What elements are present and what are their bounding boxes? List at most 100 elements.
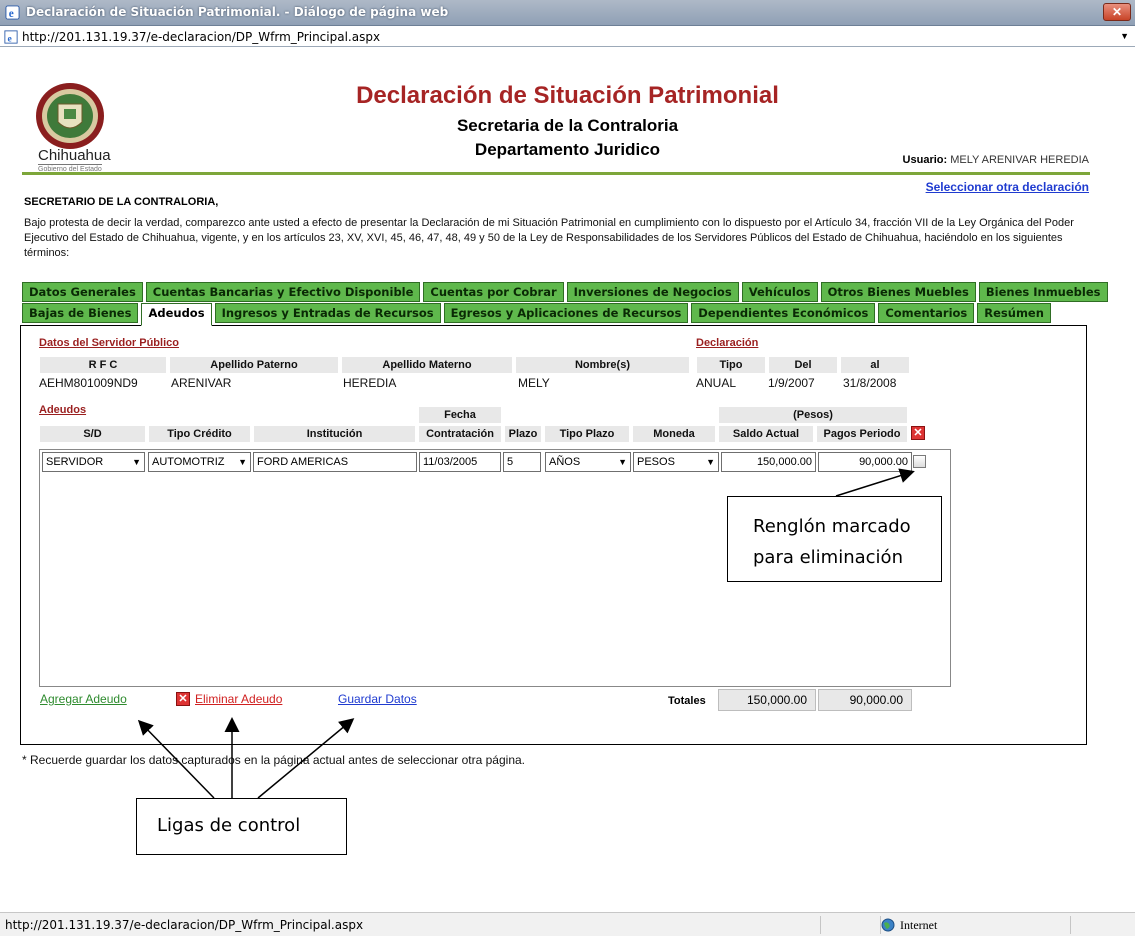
plazo-input[interactable]: 5	[503, 452, 541, 472]
value-rfc: AEHM801009ND9	[39, 376, 138, 390]
sd-select[interactable]: SERVIDOR ▼	[42, 452, 145, 472]
tab-bajas-de-bienes[interactable]: Bajas de Bienes	[22, 303, 139, 323]
section-declaracion[interactable]: Declaración	[696, 337, 758, 349]
ie-icon: e	[5, 5, 20, 20]
callout-control-links: Ligas de control	[136, 798, 347, 855]
header-divider	[22, 172, 1090, 175]
header-apellido-paterno: Apellido Paterno	[169, 356, 339, 374]
address-url[interactable]: http://201.131.19.37/e-declaracion/DP_Wf…	[22, 30, 380, 44]
header-saldo-actual: Saldo Actual	[718, 425, 814, 443]
select-other-declaration-link[interactable]: Seleccionar otra declaración	[926, 180, 1089, 194]
globe-icon	[881, 918, 895, 932]
intro-text: Bajo protesta de decir la verdad, compar…	[24, 217, 1074, 259]
chevron-down-icon: ▼	[238, 457, 247, 467]
window-title: Declaración de Situación Patrimonial. - …	[26, 5, 449, 19]
tipo-credito-select[interactable]: AUTOMOTRIZ ▼	[148, 452, 251, 472]
callout-row-marked: Renglón marcado para eliminación	[727, 496, 942, 582]
sd-select-value: SERVIDOR	[46, 456, 104, 468]
window-titlebar: e Declaración de Situación Patrimonial. …	[0, 0, 1135, 26]
tab-comentarios[interactable]: Comentarios	[878, 303, 975, 323]
header-group-pesos: (Pesos)	[718, 406, 908, 424]
page-subtitle-1: Secretaria de la Contraloria	[456, 116, 679, 135]
tab-egresos[interactable]: Egresos y Aplicaciones de Recursos	[443, 303, 689, 323]
chevron-down-icon: ▼	[618, 457, 627, 467]
header-del: Del	[768, 356, 838, 374]
guardar-datos-link[interactable]: Guardar Datos	[338, 692, 417, 706]
svg-text:e: e	[8, 33, 13, 44]
callout-row-marked-line2: para eliminación	[753, 547, 903, 568]
tab-otros-bienes-muebles[interactable]: Otros Bienes Muebles	[820, 282, 976, 302]
header-pagos-periodo: Pagos Periodo	[816, 425, 908, 443]
tab-ingresos[interactable]: Ingresos y Entradas de Recursos	[214, 303, 441, 323]
delete-icon[interactable]: ✕	[176, 692, 190, 706]
section-adeudos[interactable]: Adeudos	[39, 404, 86, 416]
totales-label: Totales	[668, 695, 706, 707]
chevron-down-icon: ▼	[706, 457, 715, 467]
value-tipo: ANUAL	[696, 376, 737, 390]
eliminar-adeudo-link[interactable]: Eliminar Adeudo	[195, 692, 282, 706]
status-separator	[1070, 916, 1071, 934]
value-del: 1/9/2007	[768, 376, 815, 390]
close-button[interactable]: ✕	[1103, 3, 1131, 21]
addressee: SECRETARIO DE LA CONTRALORIA,	[24, 196, 219, 208]
header-moneda: Moneda	[632, 425, 716, 443]
header-contratacion: Contratación	[418, 425, 502, 443]
contratacion-input[interactable]: 11/03/2005	[419, 452, 501, 472]
header-tipo-plazo: Tipo Plazo	[544, 425, 630, 443]
tipo-plazo-value: AÑOS	[549, 456, 581, 468]
tab-adeudos[interactable]: Adeudos	[141, 303, 212, 326]
total-pagos-periodo: 90,000.00	[818, 689, 912, 711]
status-separator	[820, 916, 821, 934]
agregar-adeudo-link[interactable]: Agregar Adeudo	[40, 692, 127, 706]
tab-row-2: Bajas de Bienes Adeudos Ingresos y Entra…	[22, 303, 1054, 326]
tab-vehiculos[interactable]: Vehículos	[741, 282, 818, 302]
value-al: 31/8/2008	[843, 376, 897, 390]
tab-dependientes[interactable]: Dependientes Económicos	[691, 303, 876, 323]
delete-all-icon[interactable]: ✕	[911, 426, 925, 440]
chevron-down-icon[interactable]: ▼	[1120, 31, 1129, 41]
svg-text:e: e	[9, 8, 14, 20]
callout-row-marked-line1: Renglón marcado	[753, 516, 911, 537]
ie-page-icon: e	[4, 30, 18, 44]
moneda-select[interactable]: PESOS ▼	[633, 452, 719, 472]
moneda-value: PESOS	[637, 456, 675, 468]
address-bar: e http://201.131.19.37/e-declaracion/DP_…	[0, 27, 1135, 47]
tipo-credito-value: AUTOMOTRIZ	[152, 456, 225, 468]
header-nombres: Nombre(s)	[515, 356, 690, 374]
value-nombres: MELY	[518, 376, 550, 390]
user-name: MELY ARENIVAR HEREDIA	[950, 154, 1089, 166]
status-url: http://201.131.19.37/e-declaracion/DP_Wf…	[5, 918, 364, 932]
value-apellido-paterno: ARENIVAR	[171, 376, 232, 390]
tab-bienes-inmuebles[interactable]: Bienes Inmuebles	[978, 282, 1108, 302]
tab-cuentas-bancarias[interactable]: Cuentas Bancarias y Efectivo Disponible	[145, 282, 421, 302]
header-al: al	[840, 356, 910, 374]
header-rfc: R F C	[39, 356, 167, 374]
page-title: Declaración de Situación Patrimonial	[356, 82, 779, 109]
header-sd: S/D	[39, 425, 146, 443]
header-group-fecha: Fecha	[418, 406, 502, 424]
user-info: Usuario: MELY ARENIVAR HEREDIA	[903, 154, 1089, 166]
header-tipo: Tipo	[696, 356, 766, 374]
institucion-input[interactable]: FORD AMERICAS	[253, 452, 417, 472]
section-servidor-publico[interactable]: Datos del Servidor Público	[39, 337, 179, 349]
status-bar: http://201.131.19.37/e-declaracion/DP_Wf…	[0, 912, 1135, 936]
header-plazo: Plazo	[504, 425, 542, 443]
tab-cuentas-por-cobrar[interactable]: Cuentas por Cobrar	[423, 282, 564, 302]
header-apellido-materno: Apellido Materno	[341, 356, 513, 374]
header-institucion: Institución	[253, 425, 416, 443]
security-zone: Internet	[900, 918, 938, 932]
tab-row-1: Datos Generales Cuentas Bancarias y Efec…	[22, 282, 1111, 302]
tab-resumen[interactable]: Resúmen	[977, 303, 1051, 323]
tab-inversiones[interactable]: Inversiones de Negocios	[566, 282, 739, 302]
tipo-plazo-select[interactable]: AÑOS ▼	[545, 452, 631, 472]
header-tipo-credito: Tipo Crédito	[148, 425, 251, 443]
total-saldo-actual: 150,000.00	[718, 689, 816, 711]
tab-datos-generales[interactable]: Datos Generales	[22, 282, 143, 302]
value-apellido-materno: HEREDIA	[343, 376, 397, 390]
user-label: Usuario:	[902, 154, 948, 166]
saldo-actual-input[interactable]: 150,000.00	[721, 452, 816, 472]
delete-row-checkbox[interactable]	[913, 455, 926, 468]
chevron-down-icon: ▼	[132, 457, 141, 467]
pagos-periodo-input[interactable]: 90,000.00	[818, 452, 912, 472]
footnote: * Recuerde guardar los datos capturados …	[22, 753, 525, 767]
